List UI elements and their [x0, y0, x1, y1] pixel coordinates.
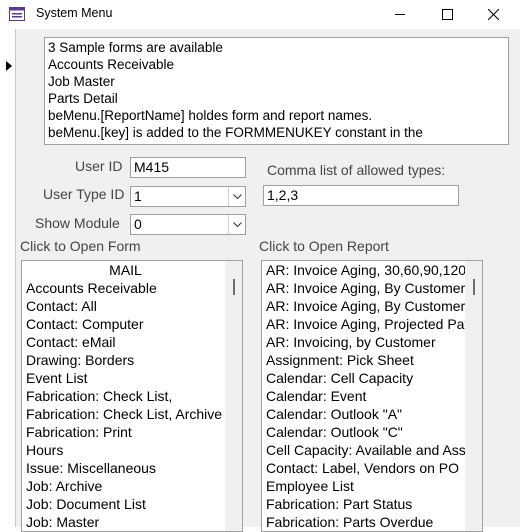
- list-item[interactable]: Contact: eMail: [22, 333, 242, 351]
- chevron-down-icon: [232, 193, 242, 199]
- user-id-label: User ID: [75, 158, 123, 174]
- allowed-types-field[interactable]: 1,2,3: [263, 185, 459, 206]
- list-item[interactable]: Assignment: Pick Sheet: [262, 351, 482, 369]
- notes-line: Job Master: [48, 74, 115, 89]
- notes-line: Parts Detail: [48, 91, 118, 106]
- allowed-types-label: Comma list of allowed types:: [267, 162, 446, 178]
- minimize-button[interactable]: [377, 0, 423, 28]
- form-window-icon: [9, 7, 25, 21]
- open-report-list[interactable]: AR: Invoice Aging, 30,60,90,120 AR: Invo…: [261, 260, 483, 532]
- show-module-label: Show Module: [35, 215, 120, 231]
- close-button[interactable]: [470, 0, 516, 28]
- window-title: System Menu: [36, 6, 113, 20]
- user-id-field[interactable]: M415: [130, 157, 246, 178]
- user-type-id-value: 1: [134, 188, 142, 204]
- list-item[interactable]: AR: Invoice Aging, 30,60,90,120: [262, 261, 482, 279]
- open-report-scrollbar[interactable]: [465, 261, 482, 531]
- list-item[interactable]: Job: Archive: [22, 477, 242, 495]
- close-icon: [487, 8, 499, 20]
- user-type-id-combo[interactable]: 1: [130, 186, 246, 207]
- list-item[interactable]: Fabrication: Check List,: [22, 387, 242, 405]
- open-form-scrollbar[interactable]: [225, 261, 242, 531]
- user-type-id-label: User Type ID: [43, 186, 125, 202]
- list-item[interactable]: Event List: [22, 369, 242, 387]
- list-item[interactable]: Fabrication: Parts Overdue: [262, 513, 482, 531]
- list-item[interactable]: AR: Invoice Aging, By Customer: [262, 297, 482, 315]
- title-bar: System Menu: [0, 0, 520, 28]
- open-form-label: Click to Open Form: [20, 238, 141, 254]
- notes-line: beMenu.[ReportName] holdes form and repo…: [48, 108, 373, 123]
- list-item[interactable]: Fabrication: Part Status: [262, 495, 482, 513]
- show-module-combo[interactable]: 0: [130, 214, 246, 235]
- open-form-list[interactable]: MAIL Accounts Receivable Contact: All Co…: [21, 260, 243, 532]
- scrollbar-thumb[interactable]: [473, 279, 475, 295]
- list-item[interactable]: AR: Invoice Aging, Projected Pay: [262, 315, 482, 333]
- list-item[interactable]: Drawing: Borders: [22, 351, 242, 369]
- notes-line: 3 Sample forms are available: [48, 40, 223, 55]
- list-item[interactable]: Employee List: [262, 477, 482, 495]
- list-item[interactable]: Contact: All: [22, 297, 242, 315]
- list-item[interactable]: Accounts Receivable: [22, 279, 242, 297]
- chevron-down-icon: [232, 221, 242, 227]
- show-module-value: 0: [134, 216, 142, 232]
- list-item[interactable]: Calendar: Outlook "A": [262, 405, 482, 423]
- maximize-button[interactable]: [424, 0, 470, 28]
- open-report-label: Click to Open Report: [259, 238, 389, 254]
- list-item[interactable]: Contact: Computer: [22, 315, 242, 333]
- list-item[interactable]: Calendar: Outlook "C": [262, 423, 482, 441]
- list-item[interactable]: AR: Invoicing, by Customer: [262, 333, 482, 351]
- show-module-dropdown-button[interactable]: [228, 215, 245, 234]
- list-item[interactable]: Fabrication: Print: [22, 423, 242, 441]
- record-selector[interactable]: [0, 29, 16, 527]
- list-item[interactable]: Job: Document List: [22, 495, 242, 513]
- list-item[interactable]: AR: Invoice Aging, By Customer: [262, 279, 482, 297]
- list-item[interactable]: Calendar: Event: [262, 387, 482, 405]
- list-item[interactable]: Calendar: Cell Capacity: [262, 369, 482, 387]
- list-item[interactable]: Job: Master: [22, 513, 242, 531]
- user-type-id-dropdown-button[interactable]: [228, 187, 245, 206]
- notes-textbox[interactable]: 3 Sample forms are available Accounts Re…: [44, 37, 509, 145]
- list-item[interactable]: Issue: Miscellaneous: [22, 459, 242, 477]
- maximize-icon: [441, 8, 453, 20]
- list-header: MAIL: [109, 262, 142, 278]
- notes-line: Accounts Receivable: [48, 57, 175, 72]
- list-item[interactable]: Contact: Label, Vendors on PO: [262, 459, 482, 477]
- list-item[interactable]: Hours: [22, 441, 242, 459]
- notes-line: beMenu.[key] is added to the FORMMENUKEY…: [48, 125, 423, 140]
- minimize-icon: [394, 13, 405, 15]
- list-item[interactable]: Fabrication: Check List, Archive: [22, 405, 242, 423]
- current-record-arrow-icon: [6, 61, 12, 71]
- scrollbar-thumb[interactable]: [233, 279, 235, 295]
- list-item[interactable]: Cell Capacity: Available and Assigned: [262, 441, 482, 459]
